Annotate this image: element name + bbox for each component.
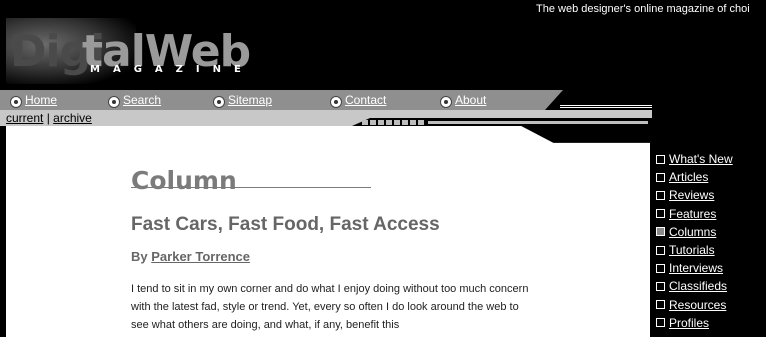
nav-contact-link[interactable]: Contact [330, 90, 386, 110]
decorative-lines [560, 105, 652, 108]
about-icon [440, 96, 452, 108]
sidebar-item-profiles[interactable]: Profiles [656, 314, 733, 332]
author-link[interactable]: Parker Torrence [151, 249, 250, 264]
archive-link[interactable]: archive [53, 111, 92, 125]
checkbox-icon [656, 318, 665, 328]
main-nav: Home Search Sitemap Contact About [0, 90, 545, 110]
sub-nav: current | archive [6, 111, 92, 125]
article-content: Column Fast Cars, Fast Food, Fast Access… [6, 126, 650, 337]
article-byline: By Parker Torrence [131, 249, 250, 264]
checkbox-icon [656, 263, 665, 273]
checkbox-icon [656, 227, 665, 237]
section-sidebar: What's New Articles Reviews Features Col… [656, 150, 733, 332]
sidebar-item-columns[interactable]: Columns [656, 223, 733, 241]
checkbox-icon [656, 154, 665, 164]
checkbox-icon [656, 245, 665, 255]
sidebar-item-whats-new[interactable]: What's New [656, 150, 733, 168]
checkbox-icon [656, 300, 665, 310]
checkbox-icon [656, 281, 665, 291]
digitalweb-logo[interactable]: Digi talWeb MAGAZINE [6, 18, 306, 90]
sidebar-item-articles[interactable]: Articles [656, 168, 733, 186]
decorative-squares [362, 120, 424, 125]
logo-magazine-text: MAGAZINE [90, 64, 254, 75]
sub-nav-separator: | [46, 111, 50, 125]
article-body: I tend to sit in my own corner and do wh… [131, 283, 529, 331]
nav-about-link[interactable]: About [440, 90, 486, 110]
checkbox-icon [656, 172, 665, 182]
nav-search-link[interactable]: Search [108, 90, 161, 110]
decorative-bar [428, 121, 648, 124]
current-link[interactable]: current [6, 111, 43, 125]
checkbox-icon [656, 190, 665, 200]
home-icon [10, 96, 22, 108]
checkbox-icon [656, 209, 665, 219]
site-tagline: The web designer's online magazine of ch… [536, 3, 750, 15]
section-heading-rule [131, 187, 371, 188]
contact-icon [330, 96, 342, 108]
search-icon [108, 96, 120, 108]
sidebar-item-resources[interactable]: Resources [656, 296, 733, 314]
section-heading: Column [131, 166, 237, 195]
sidebar-item-tutorials[interactable]: Tutorials [656, 241, 733, 259]
nav-sitemap-link[interactable]: Sitemap [213, 90, 272, 110]
article-title: Fast Cars, Fast Food, Fast Access [131, 214, 440, 235]
sitemap-icon [213, 96, 225, 108]
sidebar-item-features[interactable]: Features [656, 205, 733, 223]
sidebar-item-classifieds[interactable]: Classifieds [656, 277, 733, 295]
sidebar-item-reviews[interactable]: Reviews [656, 186, 733, 204]
sidebar-item-interviews[interactable]: Interviews [656, 259, 733, 277]
nav-home-link[interactable]: Home [10, 90, 57, 110]
byline-prefix: By [131, 249, 148, 264]
site-header: The web designer's online magazine of ch… [0, 0, 766, 90]
